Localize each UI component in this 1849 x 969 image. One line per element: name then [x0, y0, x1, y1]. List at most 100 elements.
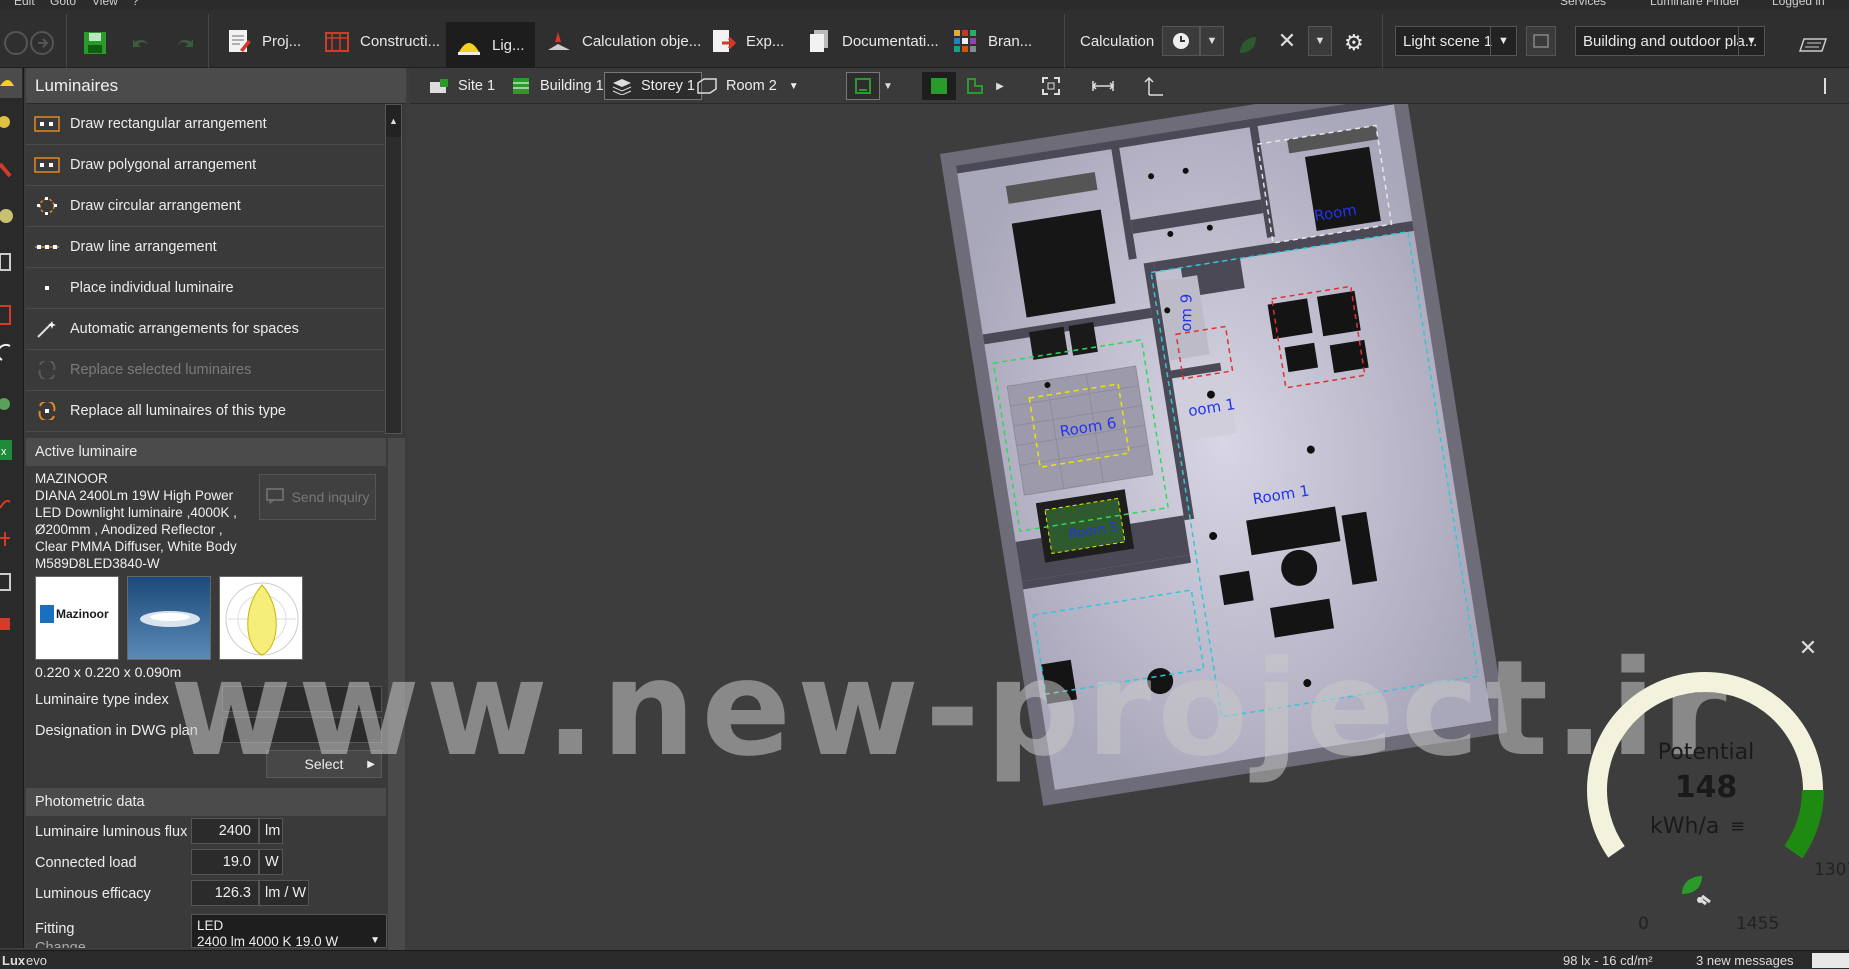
back-icon[interactable] [2, 26, 30, 60]
calculation-dropdown-chevron-icon[interactable]: ▼ [1200, 26, 1224, 56]
pen-tool-icon[interactable] [0, 488, 22, 518]
room-tool-icon[interactable] [0, 300, 22, 330]
luminous-flux-label: Luminaire luminous flux [35, 824, 188, 840]
menu-logged-in[interactable]: Logged in [1772, 0, 1825, 8]
svg-text:x: x [1, 446, 7, 458]
luminaire-photo[interactable] [127, 576, 211, 660]
tab-construction[interactable]: Constructi... [324, 24, 440, 58]
menu-help[interactable]: ? [132, 0, 139, 8]
wall-tool-icon[interactable] [0, 246, 22, 276]
tab-export[interactable]: Exp... [710, 24, 784, 58]
replace-all-luminaires-button[interactable]: Replace all luminaires of this type [26, 391, 384, 432]
line-arrangement-icon [34, 238, 60, 256]
chevron-down-icon: ▼ [1738, 27, 1764, 55]
light-icon [456, 32, 482, 58]
excel-tool-icon[interactable]: x [0, 436, 22, 466]
draw-rectangular-arrangement-button[interactable]: Draw rectangular arrangement [26, 104, 384, 145]
manufacturer-logo[interactable]: Mazinoor [35, 576, 119, 660]
fitting-select[interactable]: LED 2400 lm 4000 K 19.0 W ▼ [191, 914, 387, 949]
illuminance-readout: 98 lx - 16 cd/m² [1563, 953, 1653, 968]
send-inquiry-button[interactable]: Send inquiry [259, 474, 376, 520]
place-individual-luminaire-button[interactable]: Place individual luminaire [26, 268, 384, 309]
spot-tool-icon[interactable] [0, 156, 22, 186]
close-gauge-icon[interactable]: ✕ [1796, 636, 1820, 660]
frame-tool-icon[interactable] [0, 568, 22, 598]
breadcrumb-storey[interactable]: Storey 1 [604, 72, 702, 100]
draw-circular-arrangement-button[interactable]: Draw circular arrangement [26, 186, 384, 227]
panel-toggle-icon[interactable] [1812, 72, 1832, 100]
light-scene-select[interactable]: Light scene 1 ▼ [1395, 26, 1517, 56]
luminous-efficacy-unit: lm / W [259, 880, 309, 906]
breadcrumb-building[interactable]: Building 1 [504, 72, 610, 100]
draw-line-arrangement-button[interactable]: Draw line arrangement [26, 227, 384, 268]
menu-icon[interactable]: ≡ [1730, 816, 1745, 837]
view-2d-icon[interactable] [846, 72, 880, 100]
draw-polygonal-arrangement-button[interactable]: Draw polygonal arrangement [26, 145, 384, 186]
measure-height-icon[interactable] [1138, 72, 1172, 100]
redo-icon[interactable] [172, 26, 198, 60]
view-3d-solid-icon[interactable] [922, 72, 956, 100]
tab-calculation-objects[interactable]: Calculation obje... [546, 24, 701, 58]
status-bar: Lux evo 98 lx - 16 cd/m² 3 new messages [0, 950, 1849, 969]
zoom-extents-icon[interactable] [1034, 72, 1068, 100]
tab-project[interactable]: Proj... [226, 24, 301, 58]
automatic-arrangements-button[interactable]: Automatic arrangements for spaces [26, 309, 384, 350]
light-distribution-curve[interactable] [219, 576, 303, 660]
luminous-flux-value: 2400 [191, 818, 259, 844]
type-index-field[interactable] [222, 686, 382, 712]
view-mode-chevron-down-icon[interactable]: ▼ [878, 72, 898, 100]
tab-light[interactable]: Lig... [446, 22, 535, 68]
delete-tool-icon[interactable] [0, 608, 22, 638]
export-icon [710, 28, 737, 54]
actions-scrollbar[interactable]: ▲ [385, 104, 402, 434]
rotate-tool-icon[interactable] [0, 340, 22, 370]
chevron-right-icon: ▶ [367, 758, 375, 770]
circular-arrangement-icon [34, 197, 60, 215]
messages-badge[interactable] [1812, 953, 1849, 968]
tab-branding[interactable]: Bran... [952, 24, 1032, 58]
bulb-tool-icon[interactable] [0, 108, 22, 138]
menu-view[interactable]: View [92, 0, 118, 8]
floor-plan-icon[interactable] [1798, 28, 1828, 62]
view-floor-outline-icon[interactable] [958, 72, 992, 100]
menu-services[interactable]: Services [1560, 0, 1606, 8]
plan-view-select[interactable]: Building and outdoor pla... ▼ [1575, 26, 1765, 56]
forward-icon[interactable] [28, 26, 56, 60]
luminaire-description-3: Ø200mm , Anodized Reflector , [35, 522, 223, 537]
menu-goto[interactable]: Goto [50, 0, 76, 8]
view-more-chevron-right-icon[interactable]: ▶ [990, 72, 1010, 100]
calculation-clock-button[interactable] [1162, 26, 1200, 56]
menu-luminaire-finder[interactable]: Luminaire Finder [1650, 0, 1740, 8]
link-tool-icon[interactable] [0, 390, 22, 420]
rectangular-arrangement-icon [34, 115, 60, 133]
tab-documentation[interactable]: Documentati... [806, 24, 939, 58]
connected-load-unit: W [259, 849, 283, 875]
replace-all-icon [34, 400, 60, 422]
scroll-up-icon[interactable]: ▲ [386, 105, 401, 137]
menu-bar: Edit Goto View ? Services Luminaire Find… [0, 0, 1849, 10]
settings-gear-icon[interactable]: ⚙ [1344, 26, 1364, 60]
measure-distance-icon[interactable] [1086, 72, 1120, 100]
replace-selected-luminaires-button[interactable]: Replace selected luminaires [26, 350, 384, 391]
gauge-unit: kWh/a [1650, 814, 1720, 839]
undo-icon[interactable] [128, 26, 154, 60]
cancel-dropdown-chevron-icon[interactable]: ▼ [1308, 26, 1332, 56]
breadcrumb-site[interactable]: Site 1 [422, 72, 501, 100]
change-label: Change [35, 940, 86, 948]
luminaire-tool-icon[interactable] [0, 68, 22, 98]
lamp-tool-icon[interactable] [0, 200, 22, 230]
dwg-designation-field[interactable] [222, 717, 382, 743]
select-luminaire-button[interactable]: Select ▶ [266, 750, 382, 778]
breadcrumb-room[interactable]: Room 2 ▼ [690, 72, 805, 100]
light-scene-edit-icon[interactable] [1526, 26, 1556, 56]
menu-edit[interactable]: Edit [14, 0, 35, 8]
messages-link[interactable]: 3 new messages [1696, 953, 1794, 968]
save-icon[interactable] [82, 26, 108, 60]
chevron-down-icon: ▼ [1490, 27, 1516, 55]
cancel-calculation-close-icon[interactable]: ✕ [1268, 26, 1306, 56]
dwg-designation-label: Designation in DWG plan [35, 723, 198, 739]
measure-tool-icon[interactable] [0, 526, 22, 556]
details-scrollbar[interactable] [388, 438, 405, 969]
connected-load-label: Connected load [35, 855, 137, 871]
leaf-icon[interactable] [1236, 28, 1260, 62]
